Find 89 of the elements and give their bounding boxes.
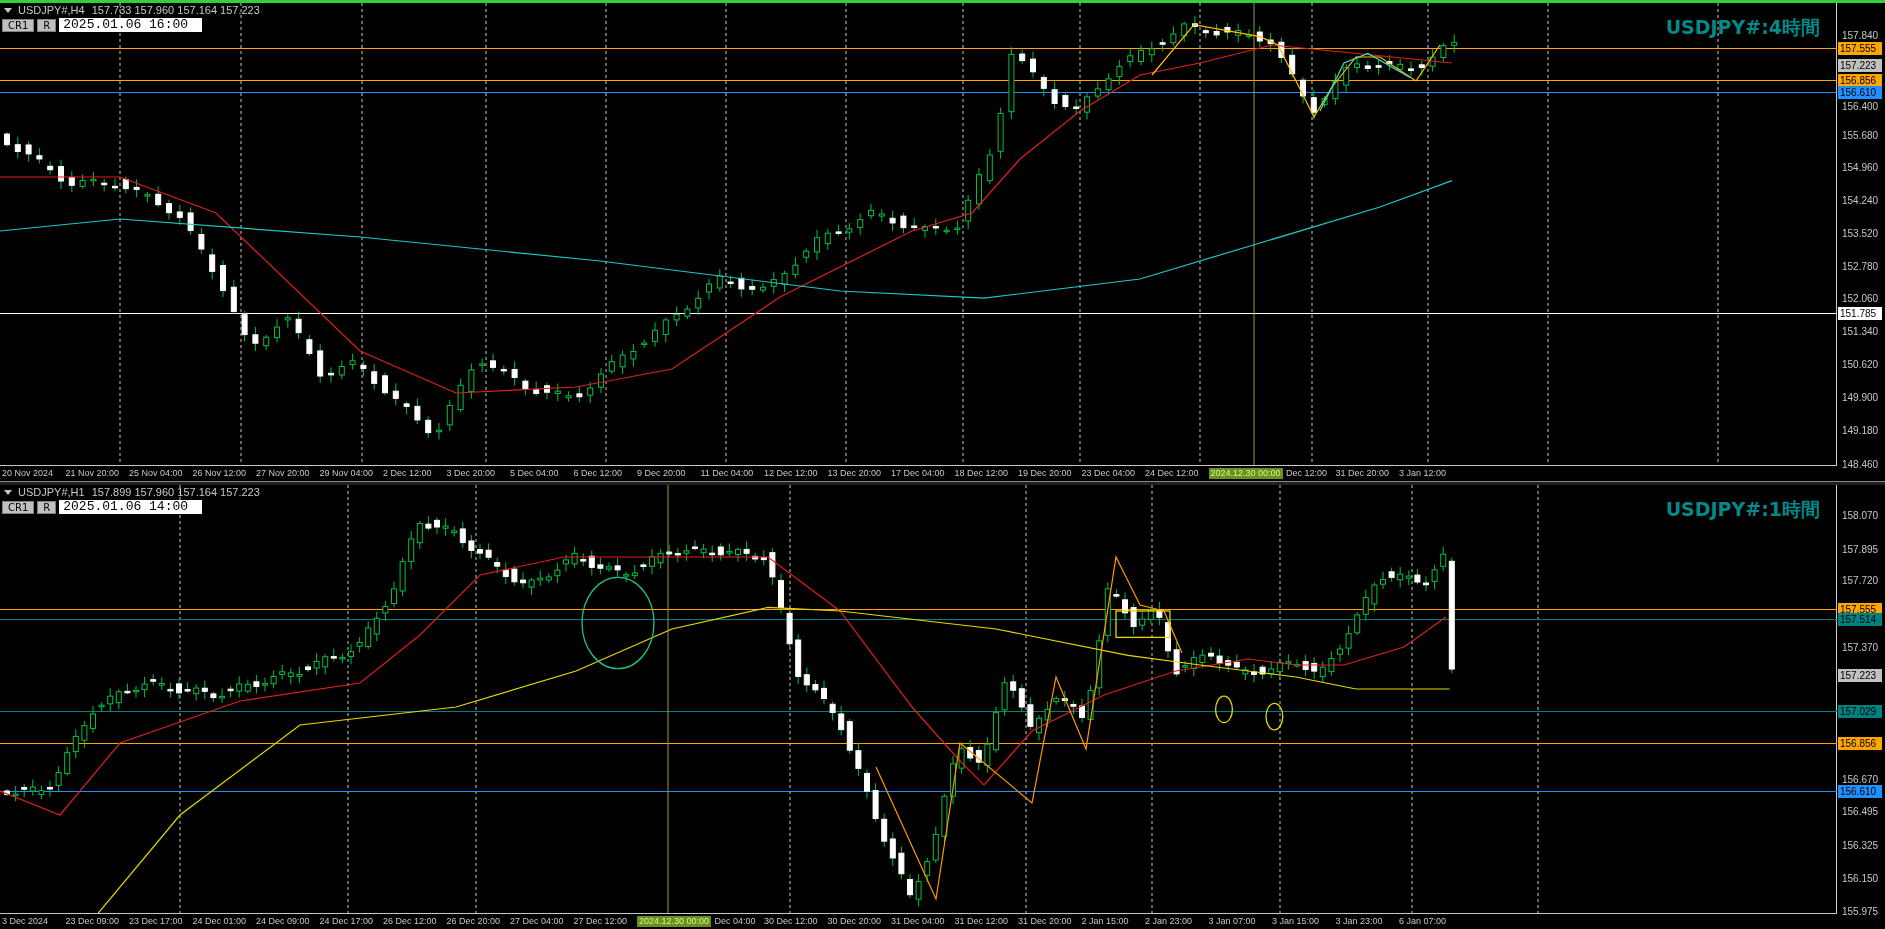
time-label: 6 Dec 12:00 [573, 468, 623, 479]
price-tag: 157.029 [1838, 705, 1882, 718]
price-label: 150.620 [1842, 358, 1879, 371]
price-tag: 156.610 [1838, 785, 1882, 798]
ohlc-values: 157.733 157.960 157.164 157.223 [91, 4, 260, 16]
chart-button[interactable]: CR1 [2, 500, 35, 514]
price-label: 149.900 [1842, 391, 1879, 404]
time-label: 3 Dec 20:00 [446, 468, 496, 479]
time-label: 26 Dec 12:00 [383, 916, 437, 927]
price-label: 154.240 [1842, 194, 1879, 207]
time-label: 3 Jan 07:00 [1208, 916, 1256, 927]
time-label: 31 Dec 20:00 [1018, 916, 1072, 927]
time-label: 3 Jan 12:00 [1399, 468, 1447, 479]
time-label: 19 Dec 20:00 [1018, 468, 1072, 479]
cursor-time-label: 2024.12.30 00:00 [1208, 468, 1283, 479]
time-label: 26 Nov 12:00 [192, 468, 247, 479]
time-label: Dec 04:00 [714, 916, 756, 927]
time-label: 31 Dec 12:00 [954, 916, 1009, 927]
price-label: 153.520 [1842, 227, 1879, 240]
time-label: 24 Dec 09:00 [256, 916, 310, 927]
time-label: Dec 12:00 [1286, 468, 1328, 479]
price-label: 156.495 [1842, 805, 1879, 818]
chart-title: USDJPY#:4時間 [1665, 15, 1820, 40]
price-label: 152.780 [1842, 260, 1879, 273]
ohlc-values: 157.899 157.960 157.164 157.223 [91, 486, 260, 498]
price-label: 154.960 [1842, 161, 1879, 174]
time-label: 13 Dec 20:00 [827, 468, 882, 479]
price-label: 156.325 [1842, 839, 1879, 852]
price-label: 158.070 [1842, 509, 1879, 522]
time-label: 27 Dec 12:00 [573, 916, 628, 927]
time-label: 21 Nov 20:00 [65, 468, 120, 479]
time-label: 5 Dec 04:00 [510, 468, 559, 479]
time-label: 27 Nov 20:00 [256, 468, 310, 479]
time-label: 31 Dec 20:00 [1335, 468, 1390, 479]
price-label: 157.370 [1842, 641, 1879, 654]
price-label: 157.720 [1842, 574, 1879, 587]
price-label: 148.460 [1842, 458, 1879, 471]
time-label: 3 Jan 15:00 [1272, 916, 1320, 927]
price-label: 156.670 [1842, 773, 1879, 786]
date-field[interactable]: 2025.01.06 14:00 [59, 500, 203, 514]
time-label: 23 Dec 17:00 [129, 916, 183, 927]
time-label: 2 Dec 12:00 [383, 468, 432, 479]
price-label: 149.180 [1842, 424, 1879, 437]
price-label: 157.895 [1842, 543, 1879, 556]
price-tag: 157.555 [1838, 42, 1882, 55]
price-label: 157.840 [1842, 29, 1879, 42]
time-label: 26 Dec 20:00 [446, 916, 501, 927]
price-tag: 157.223 [1838, 669, 1882, 682]
symbol-label: USDJPY#,H4 [18, 4, 85, 16]
time-label: 24 Dec 12:00 [1145, 468, 1199, 479]
chart-button[interactable]: CR1 [2, 18, 35, 32]
time-label: 18 Dec 12:00 [954, 468, 1009, 479]
price-tag: 157.514 [1838, 613, 1882, 626]
time-label: 24 Dec 01:00 [192, 916, 247, 927]
chart-button[interactable]: R [37, 18, 57, 32]
price-tag: 157.223 [1838, 59, 1882, 72]
chart-title: USDJPY#:1時間 [1665, 497, 1820, 522]
time-label: 27 Dec 04:00 [510, 916, 564, 927]
price-label: 152.060 [1842, 292, 1879, 305]
time-label: 12 Dec 12:00 [764, 468, 818, 479]
price-label: 155.975 [1842, 905, 1879, 918]
chart-button[interactable]: R [37, 500, 57, 514]
cursor-time-label: 2024.12.30 00:00 [637, 916, 712, 927]
time-label: 11 Dec 04:00 [700, 468, 754, 479]
time-label: 6 Jan 07:00 [1399, 916, 1447, 927]
price-label: 155.680 [1842, 129, 1879, 142]
time-label: 20 Nov 2024 [2, 468, 54, 479]
time-label: 9 Dec 20:00 [637, 468, 686, 479]
date-field[interactable]: 2025.01.06 16:00 [59, 18, 203, 32]
price-label: 151.340 [1842, 325, 1879, 338]
time-label: 3 Jan 23:00 [1335, 916, 1383, 927]
price-tag: 156.610 [1838, 86, 1882, 99]
price-label: 156.400 [1842, 100, 1879, 113]
time-label: 2 Jan 15:00 [1081, 916, 1129, 927]
symbol-label: USDJPY#,H1 [18, 486, 85, 498]
time-label: 2 Jan 23:00 [1145, 916, 1193, 927]
time-label: 23 Dec 04:00 [1081, 468, 1136, 479]
time-label: 3 Dec 2024 [2, 916, 49, 927]
time-label: 30 Dec 12:00 [764, 916, 818, 927]
time-label: 29 Nov 04:00 [319, 468, 374, 479]
time-label: 31 Dec 04:00 [891, 916, 945, 927]
time-label: 24 Dec 17:00 [319, 916, 374, 927]
price-tag: 156.856 [1838, 737, 1882, 750]
time-label: 17 Dec 04:00 [891, 468, 945, 479]
price-tag: 151.785 [1838, 307, 1882, 320]
time-label: 23 Dec 09:00 [65, 916, 120, 927]
price-label: 156.150 [1842, 872, 1879, 885]
time-label: 30 Dec 20:00 [827, 916, 882, 927]
time-label: 25 Nov 04:00 [129, 468, 183, 479]
